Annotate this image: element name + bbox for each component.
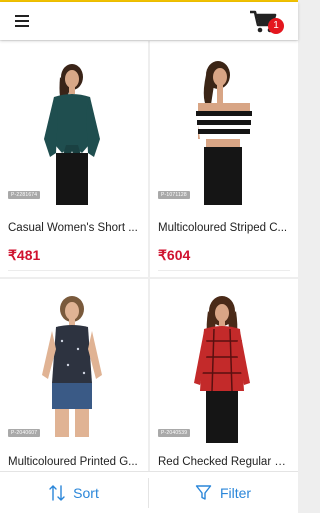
product-title[interactable]: Red Checked Regular Fi... [158,456,292,468]
product-code: P-2281674 [8,191,41,199]
sort-label: Sort [73,484,99,501]
product-image[interactable] [0,279,148,444]
product-card[interactable]: P-1071128 Multicoloured Striped C... ₹60… [150,41,298,277]
product-image[interactable] [150,41,298,206]
card-divider [8,270,140,271]
card-divider [158,270,290,271]
filter-button[interactable]: Filter [149,472,297,513]
product-card[interactable]: P-2281674 Casual Women's Short ... ₹481 [0,41,148,277]
product-title[interactable]: Casual Women's Short ... [8,222,142,234]
product-image[interactable] [150,279,298,444]
product-code: P-1071128 [158,191,190,199]
product-card[interactable]: P-2040539 Red Checked Regular Fi... [150,279,298,471]
app-header: 1 [0,2,298,40]
product-grid: P-2281674 Casual Women's Short ... ₹481 … [0,41,298,471]
product-code: P-2040539 [158,429,191,437]
sort-button[interactable]: Sort [0,472,148,513]
funnel-filter-icon [195,485,212,500]
product-image[interactable] [0,41,148,206]
product-title[interactable]: Multicoloured Striped C... [158,222,292,234]
product-title[interactable]: Multicoloured Printed G... [8,456,142,468]
product-price: ₹481 [8,247,41,263]
sort-arrows-icon [49,484,65,501]
product-price: ₹604 [158,247,191,263]
cart-count-badge: 1 [268,18,284,34]
filter-label: Filter [219,484,252,501]
product-code: P-2040607 [8,429,41,437]
bottom-action-bar: Sort Filter [0,471,298,513]
hamburger-menu-icon[interactable] [15,15,29,27]
product-card[interactable]: P-2040607 Multicoloured Printed G... [0,279,148,471]
